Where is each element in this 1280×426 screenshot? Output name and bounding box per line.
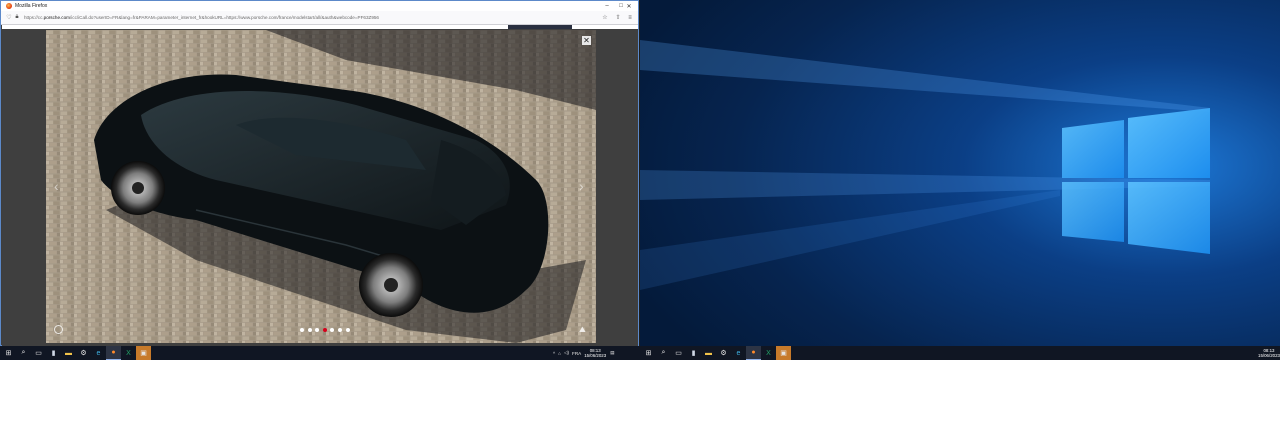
edge-icon[interactable]: e bbox=[91, 346, 106, 360]
url-path: /icc/iCall.do?userID=FR&lang=fr&PARAM=pa… bbox=[69, 15, 379, 20]
clock[interactable]: 08:13 15/06/2023 bbox=[1258, 348, 1280, 358]
pagination-dot[interactable] bbox=[307, 328, 312, 332]
firefox-icon[interactable]: ● bbox=[106, 346, 121, 360]
windows-start-icon[interactable]: ⊞ bbox=[641, 346, 656, 360]
remote-desktop-icon[interactable]: ▣ bbox=[136, 346, 151, 360]
pagination-dot[interactable] bbox=[345, 328, 350, 332]
taskbar-right: ⊞ ⌕ ▭ ▮ ▬ ⚙ e ● X ▣ 08:13 15/06/2023 bbox=[640, 346, 1280, 360]
page-header-dark-block bbox=[508, 25, 572, 29]
search-icon[interactable]: ⌕ bbox=[656, 346, 671, 360]
clock-date: 15/06/2023 bbox=[584, 353, 607, 358]
right-monitor bbox=[640, 0, 1280, 360]
lock-icon[interactable]: 🔒︎ bbox=[13, 14, 21, 21]
volume-icon[interactable]: ◁) bbox=[564, 350, 569, 356]
pagination-dot[interactable] bbox=[337, 328, 342, 332]
firefox-icon[interactable]: ● bbox=[746, 346, 761, 360]
notifications-icon[interactable]: ▤ bbox=[610, 350, 614, 356]
car-photo bbox=[46, 30, 596, 343]
minimize-button[interactable]: – bbox=[600, 1, 614, 11]
folder-icon[interactable]: ▬ bbox=[701, 346, 716, 360]
taskbar-left: ⊞ ⌕ ▭ ▮ ▬ ⚙ e ● X ▣ ^ ⌂ ◁) FRA 08:13 15/… bbox=[0, 346, 640, 360]
bookmark-star-icon[interactable]: ☆ bbox=[601, 14, 609, 21]
url-prefix: https://cc. bbox=[24, 15, 44, 20]
url-bar[interactable]: https://cc.porsche.com/icc/iCall.do?user… bbox=[24, 15, 379, 20]
firefox-logo-icon bbox=[6, 3, 12, 9]
next-image-arrow-icon[interactable]: › bbox=[579, 178, 584, 194]
pagination-dot[interactable] bbox=[330, 328, 335, 332]
language-indicator[interactable]: FRA bbox=[572, 351, 581, 356]
close-gallery-button[interactable]: ✕ bbox=[582, 36, 591, 45]
firefox-titlebar[interactable]: Mozilla Firefox – □ ✕ bbox=[1, 1, 638, 11]
remote-desktop-icon[interactable]: ▣ bbox=[776, 346, 791, 360]
network-icon[interactable]: ⌂ bbox=[558, 351, 561, 356]
system-tray: 08:13 15/06/2023 bbox=[1258, 346, 1280, 360]
task-view-icon[interactable]: ▭ bbox=[671, 346, 686, 360]
desktop-wallpaper bbox=[640, 0, 1280, 346]
shield-icon[interactable]: ♡ bbox=[5, 14, 13, 21]
prev-image-arrow-icon[interactable]: ‹ bbox=[54, 178, 59, 194]
page-content: ✕ ‹ › ⛰ bbox=[2, 25, 638, 346]
file-explorer-icon[interactable]: ▮ bbox=[46, 346, 61, 360]
pagination-dot-active[interactable] bbox=[322, 328, 327, 332]
task-view-icon[interactable]: ▭ bbox=[31, 346, 46, 360]
extensions-icon[interactable]: ⇧ bbox=[614, 14, 622, 21]
interior-view-icon[interactable] bbox=[54, 325, 63, 334]
pagination-dot[interactable] bbox=[300, 328, 304, 332]
file-explorer-icon[interactable]: ▮ bbox=[686, 346, 701, 360]
gallery-pagination bbox=[300, 328, 350, 332]
windows-start-icon[interactable]: ⊞ bbox=[1, 346, 16, 360]
firefox-navbar: ♡ 🔒︎ https://cc.porsche.com/icc/iCall.do… bbox=[1, 11, 638, 25]
clock-date: 15/06/2023 bbox=[1258, 353, 1280, 358]
settings-icon[interactable]: ⚙ bbox=[716, 346, 731, 360]
chevron-up-icon[interactable]: ^ bbox=[553, 351, 555, 356]
url-domain: porsche.com bbox=[43, 15, 70, 20]
window-title: Mozilla Firefox bbox=[15, 3, 48, 9]
close-window-button[interactable]: ✕ bbox=[622, 1, 636, 11]
exterior-view-icon[interactable]: ⛰ bbox=[579, 325, 586, 335]
edge-icon[interactable]: e bbox=[731, 346, 746, 360]
left-monitor: Mozilla Firefox – □ ✕ ♡ 🔒︎ https://cc.po… bbox=[0, 0, 640, 360]
firefox-window: Mozilla Firefox – □ ✕ ♡ 🔒︎ https://cc.po… bbox=[0, 0, 639, 346]
search-icon[interactable]: ⌕ bbox=[16, 346, 31, 360]
excel-icon[interactable]: X bbox=[121, 346, 136, 360]
settings-icon[interactable]: ⚙ bbox=[76, 346, 91, 360]
clock[interactable]: 08:13 15/06/2023 bbox=[584, 348, 606, 358]
excel-icon[interactable]: X bbox=[761, 346, 776, 360]
car-photo-gallery: ✕ ‹ › ⛰ bbox=[46, 30, 596, 343]
menu-icon[interactable]: ≡ bbox=[626, 15, 634, 21]
system-tray: ^ ⌂ ◁) FRA 08:13 15/06/2023 ▤ bbox=[553, 346, 615, 360]
pagination-dot[interactable] bbox=[315, 328, 320, 332]
folder-icon[interactable]: ▬ bbox=[61, 346, 76, 360]
